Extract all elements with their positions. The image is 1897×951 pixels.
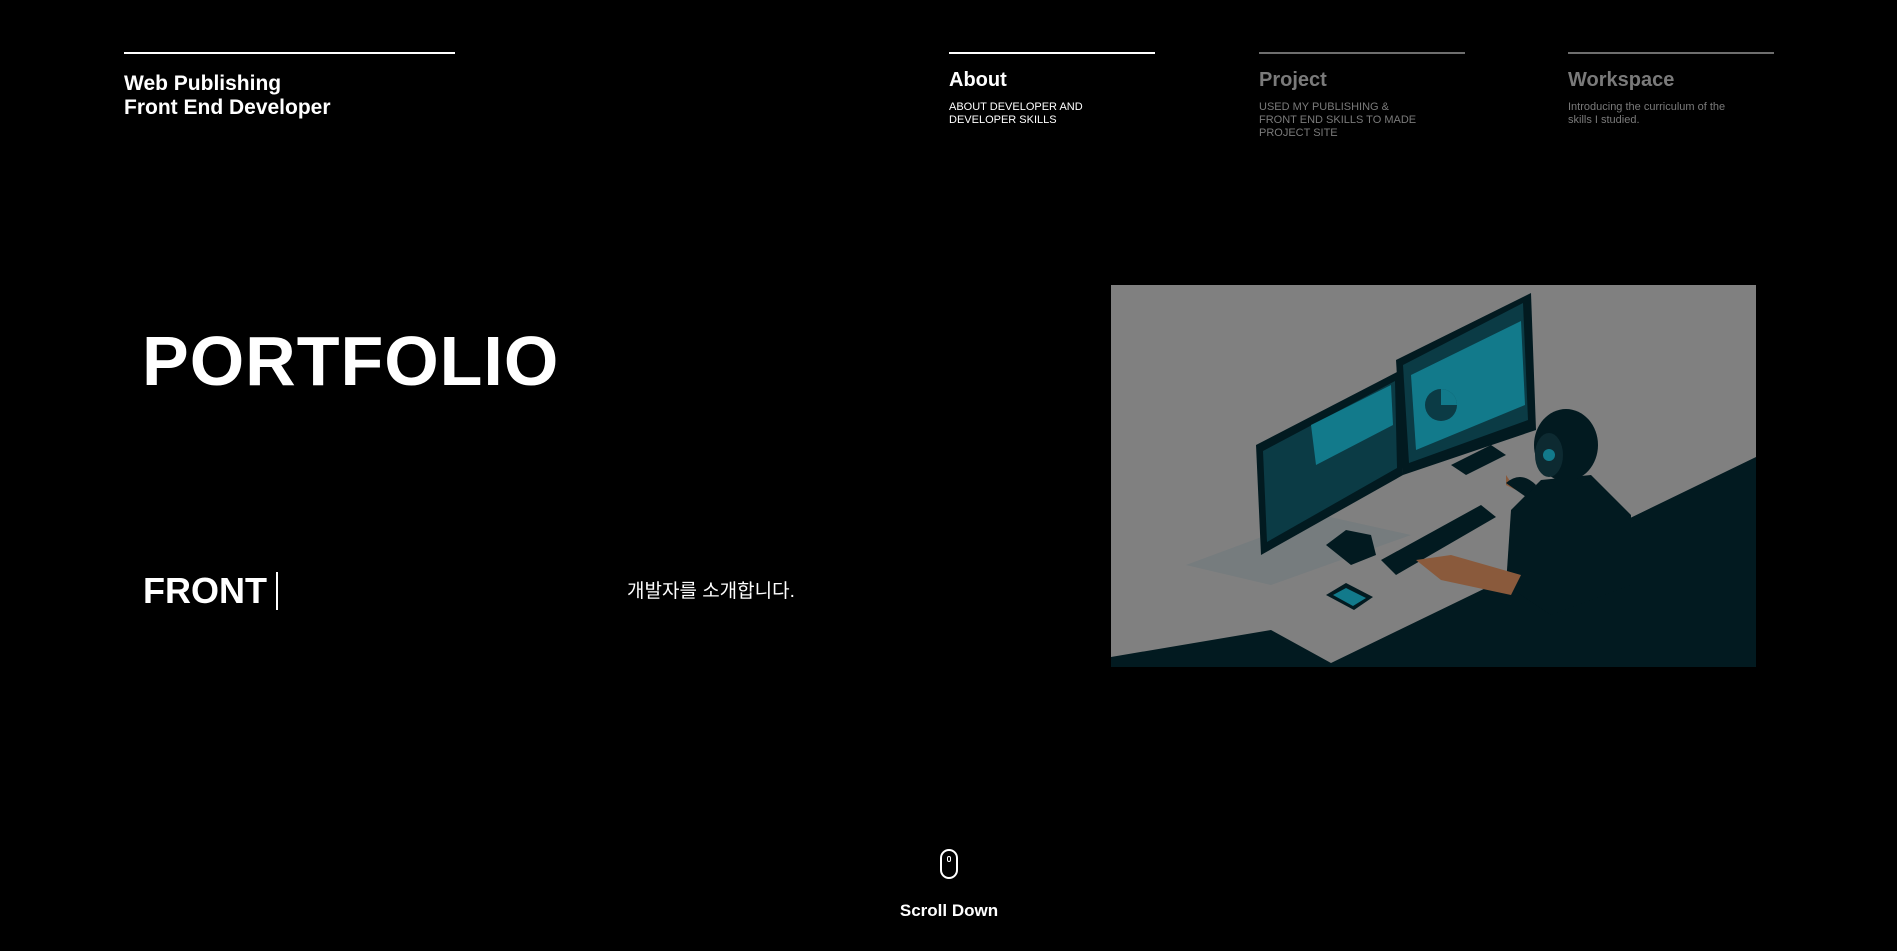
brand-block[interactable]: Web Publishing Front End Developer: [124, 52, 455, 120]
nav-item-desc: ABOUT DEVELOPER AND DEVELOPER SKILLS: [949, 101, 1083, 126]
intro-text: 개발자를 소개합니다.: [627, 581, 795, 602]
typing-caret: [275, 572, 278, 610]
nav-item-title: Project: [1259, 69, 1327, 91]
page-title: PORTFOLIO: [142, 322, 560, 400]
typing-text: FRONT: [143, 571, 278, 611]
brand-line-1: Web Publishing: [124, 72, 282, 95]
nav-item-about[interactable]: About ABOUT DEVELOPER AND DEVELOPER SKIL…: [949, 52, 1155, 127]
mouse-icon[interactable]: [940, 849, 958, 879]
developer-at-desk-illustration: [1111, 285, 1756, 667]
typed-word: FRONT: [143, 570, 267, 611]
nav-item-title: Workspace: [1568, 69, 1675, 91]
mouse-wheel: [947, 856, 951, 862]
brand-line-2: Front End Developer: [124, 96, 331, 119]
scroll-down-label[interactable]: Scroll Down: [880, 901, 1018, 921]
nav-item-workspace[interactable]: Workspace Introducing the curriculum of …: [1568, 52, 1774, 127]
nav-item-project[interactable]: Project USED MY PUBLISHING & FRONT END S…: [1259, 52, 1465, 140]
nav-item-desc: Introducing the curriculum of the skills…: [1568, 101, 1726, 126]
nav-item-title: About: [949, 69, 1007, 91]
nav-item-desc: USED MY PUBLISHING & FRONT END SKILLS TO…: [1259, 101, 1417, 139]
